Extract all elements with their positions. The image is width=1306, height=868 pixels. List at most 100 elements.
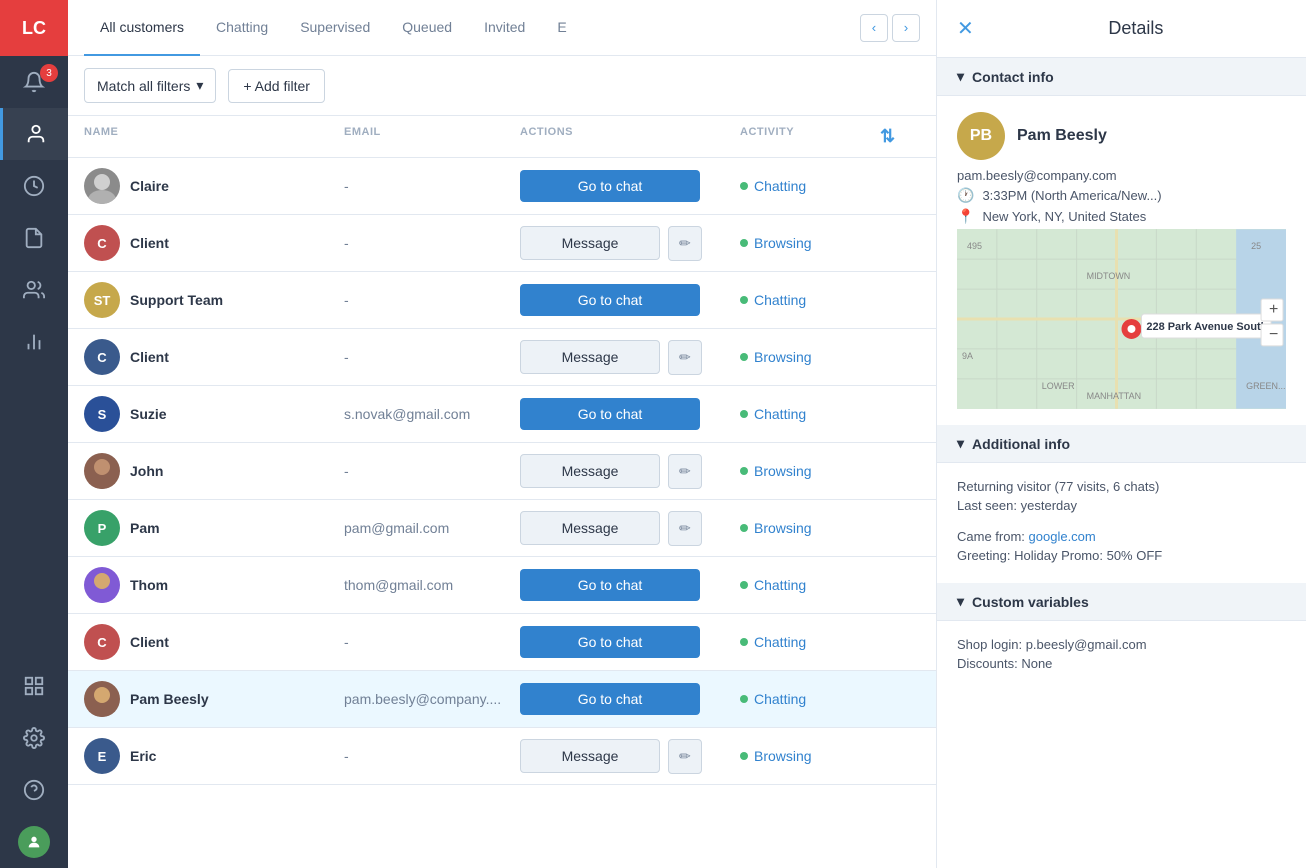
came-from-link[interactable]: google.com — [1029, 529, 1096, 544]
table-row[interactable]: C Client - Message ✏ Browsing — [68, 215, 936, 272]
customer-email-cell: - — [344, 463, 520, 479]
activity-label: Chatting — [754, 577, 806, 593]
customer-avatar — [84, 453, 120, 489]
additional-info-content: Returning visitor (77 visits, 6 chats) L… — [937, 463, 1306, 583]
activity-label: Browsing — [754, 520, 812, 536]
sidebar-icon-analytics[interactable] — [0, 316, 68, 368]
table-row[interactable]: E Eric - Message ✏ Browsing — [68, 728, 936, 785]
map-container: 495 25 MIDTOWN LOWER MANHATTAN GREEN... … — [957, 229, 1286, 409]
go-to-chat-button[interactable]: Go to chat — [520, 569, 700, 601]
customer-email-cell: - — [344, 235, 520, 251]
customer-avatar — [84, 168, 120, 204]
last-seen-row: Last seen: yesterday — [957, 498, 1286, 513]
user-avatar — [18, 826, 50, 858]
settings-icon — [23, 727, 45, 749]
details-close-button[interactable]: ✕ — [957, 16, 974, 41]
custom-variables-section-header[interactable]: ▾ Custom variables — [937, 583, 1306, 621]
message-button[interactable]: Message — [520, 226, 660, 260]
go-to-chat-button[interactable]: Go to chat — [520, 170, 700, 202]
table-row[interactable]: C Client - Go to chat Chatting — [68, 614, 936, 671]
add-filter-label: + Add filter — [243, 78, 310, 94]
customer-name-cell: C Client — [84, 225, 344, 261]
customer-avatar: ST — [84, 282, 120, 318]
customer-name-cell: Thom — [84, 567, 344, 603]
edit-button[interactable]: ✏ — [668, 739, 702, 774]
contact-email: pam.beesly@company.com — [957, 168, 1286, 183]
message-button[interactable]: Message — [520, 511, 660, 545]
sidebar-icon-notifications[interactable]: 3 — [0, 56, 68, 108]
tab-chatting[interactable]: Chatting — [200, 0, 284, 56]
table-row[interactable]: ST Support Team - Go to chat Chatting — [68, 272, 936, 329]
sidebar-icon-customers[interactable] — [0, 108, 68, 160]
sidebar-icon-settings[interactable] — [0, 712, 68, 764]
customer-name: Client — [130, 349, 169, 365]
add-filter-button[interactable]: + Add filter — [228, 69, 325, 103]
sidebar-avatar-container[interactable] — [0, 816, 68, 868]
svg-text:LOWER: LOWER — [1042, 381, 1075, 391]
customers-table: NAME EMAIL ACTIONS ACTIVITY ⇅ Claire - G… — [68, 116, 936, 868]
contact-time-row: 🕐 3:33PM (North America/New...) — [957, 187, 1286, 204]
additional-chevron-icon: ▾ — [957, 435, 964, 452]
tab-e[interactable]: E — [541, 0, 582, 56]
edit-button[interactable]: ✏ — [668, 340, 702, 375]
table-row[interactable]: P Pam pam@gmail.com Message ✏ Browsing — [68, 500, 936, 557]
sidebar-icon-help[interactable] — [0, 764, 68, 816]
customer-avatar: C — [84, 624, 120, 660]
activity-label: Chatting — [754, 292, 806, 308]
sidebar-icon-apps[interactable] — [0, 660, 68, 712]
edit-button[interactable]: ✏ — [668, 511, 702, 546]
match-all-filters-dropdown[interactable]: Match all filters ▾ — [84, 68, 216, 103]
sidebar-icon-history[interactable] — [0, 160, 68, 212]
activity-label: Chatting — [754, 634, 806, 650]
chevron-down-icon: ▾ — [957, 68, 964, 85]
tab-all-customers[interactable]: All customers — [84, 0, 200, 56]
svg-text:495: 495 — [967, 241, 982, 251]
svg-text:25: 25 — [1251, 241, 1261, 251]
contact-info-label: Contact info — [972, 69, 1054, 85]
discounts-row: Discounts: None — [957, 656, 1286, 671]
customer-activity-cell: Chatting — [740, 406, 880, 422]
tab-supervised[interactable]: Supervised — [284, 0, 386, 56]
table-row[interactable]: C Client - Message ✏ Browsing — [68, 329, 936, 386]
customer-activity-cell: Browsing — [740, 349, 880, 365]
shop-login-row: Shop login: p.beesly@gmail.com — [957, 637, 1286, 652]
table-row[interactable]: Pam Beesly pam.beesly@company.... Go to … — [68, 671, 936, 728]
table-row[interactable]: Thom thom@gmail.com Go to chat Chatting — [68, 557, 936, 614]
go-to-chat-button[interactable]: Go to chat — [520, 398, 700, 430]
custom-variables-content: Shop login: p.beesly@gmail.com Discounts… — [937, 621, 1306, 691]
header-sort[interactable]: ⇅ — [880, 126, 920, 147]
activity-label: Browsing — [754, 748, 812, 764]
edit-button[interactable]: ✏ — [668, 454, 702, 489]
customer-name-cell: ST Support Team — [84, 282, 344, 318]
message-button[interactable]: Message — [520, 340, 660, 374]
table-row[interactable]: Claire - Go to chat Chatting — [68, 158, 936, 215]
contact-info-section-header[interactable]: ▾ Contact info — [937, 58, 1306, 96]
activity-dot — [740, 524, 748, 532]
go-to-chat-button[interactable]: Go to chat — [520, 626, 700, 658]
customer-name: Suzie — [130, 406, 167, 422]
customer-name: Eric — [130, 748, 156, 764]
customer-name-cell: S Suzie — [84, 396, 344, 432]
customer-avatar — [84, 567, 120, 603]
customer-activity-cell: Chatting — [740, 178, 880, 194]
tab-invited[interactable]: Invited — [468, 0, 541, 56]
edit-button[interactable]: ✏ — [668, 226, 702, 261]
tabs-next-button[interactable]: › — [892, 14, 920, 42]
tabs-prev-button[interactable]: ‹ — [860, 14, 888, 42]
table-row[interactable]: John - Message ✏ Browsing — [68, 443, 936, 500]
tab-queued[interactable]: Queued — [386, 0, 468, 56]
go-to-chat-button[interactable]: Go to chat — [520, 284, 700, 316]
sidebar-icon-reports[interactable] — [0, 212, 68, 264]
sort-icon[interactable]: ⇅ — [880, 126, 896, 146]
logo-button[interactable]: LC — [0, 0, 68, 56]
customer-name: John — [130, 463, 163, 479]
contact-location-row: 📍 New York, NY, United States — [957, 208, 1286, 225]
customer-avatar: S — [84, 396, 120, 432]
sidebar-icon-team[interactable] — [0, 264, 68, 316]
table-row[interactable]: S Suzie s.novak@gmail.com Go to chat Cha… — [68, 386, 936, 443]
history-icon — [23, 175, 45, 197]
additional-info-section-header[interactable]: ▾ Additional info — [937, 425, 1306, 463]
message-button[interactable]: Message — [520, 454, 660, 488]
message-button[interactable]: Message — [520, 739, 660, 773]
go-to-chat-button[interactable]: Go to chat — [520, 683, 700, 715]
